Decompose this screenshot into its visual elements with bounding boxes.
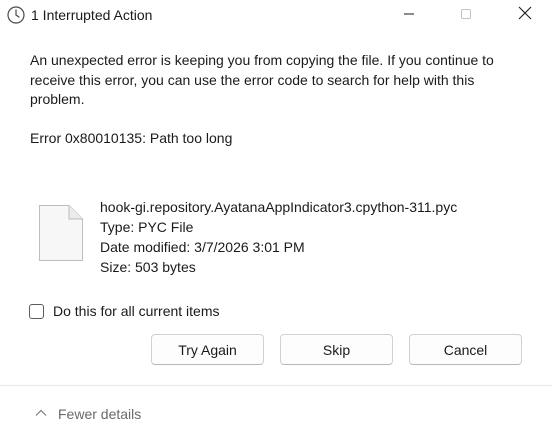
maximize-icon xyxy=(460,7,472,25)
title-bar[interactable]: 1 Interrupted Action xyxy=(0,0,552,31)
try-again-button[interactable]: Try Again xyxy=(151,334,264,365)
close-icon xyxy=(518,6,532,25)
file-size: Size: 503 bytes xyxy=(100,259,196,275)
fewer-details-toggle[interactable]: Fewer details xyxy=(34,405,141,423)
file-date-modified: Date modified: 3/7/2026 3:01 PM xyxy=(100,239,305,255)
apply-to-all-label[interactable]: Do this for all current items xyxy=(53,303,220,319)
file-icon xyxy=(38,204,84,262)
error-code: Error 0x80010135: Path too long xyxy=(30,130,233,146)
window-title: 1 Interrupted Action xyxy=(31,7,153,23)
chevron-up-icon xyxy=(34,405,48,423)
fewer-details-label[interactable]: Fewer details xyxy=(58,406,141,422)
apply-to-all-row[interactable]: Do this for all current items xyxy=(29,303,220,319)
file-name: hook-gi.repository.AyatanaAppIndicator3.… xyxy=(100,199,458,215)
error-message: An unexpected error is keeping you from … xyxy=(30,52,494,107)
file-type: Type: PYC File xyxy=(100,219,194,235)
maximize-button xyxy=(443,0,489,31)
close-button[interactable] xyxy=(502,0,548,31)
skip-button[interactable]: Skip xyxy=(280,334,393,365)
file-details: hook-gi.repository.AyatanaAppIndicator3.… xyxy=(100,197,457,277)
interrupted-action-dialog: 1 Interrupted Action An unexpected error… xyxy=(0,0,552,426)
clock-icon xyxy=(6,5,26,25)
cancel-button[interactable]: Cancel xyxy=(409,334,522,365)
footer: Fewer details xyxy=(0,386,552,426)
minimize-icon xyxy=(403,7,415,25)
minimize-button[interactable] xyxy=(386,0,432,31)
apply-to-all-checkbox[interactable] xyxy=(29,303,44,319)
